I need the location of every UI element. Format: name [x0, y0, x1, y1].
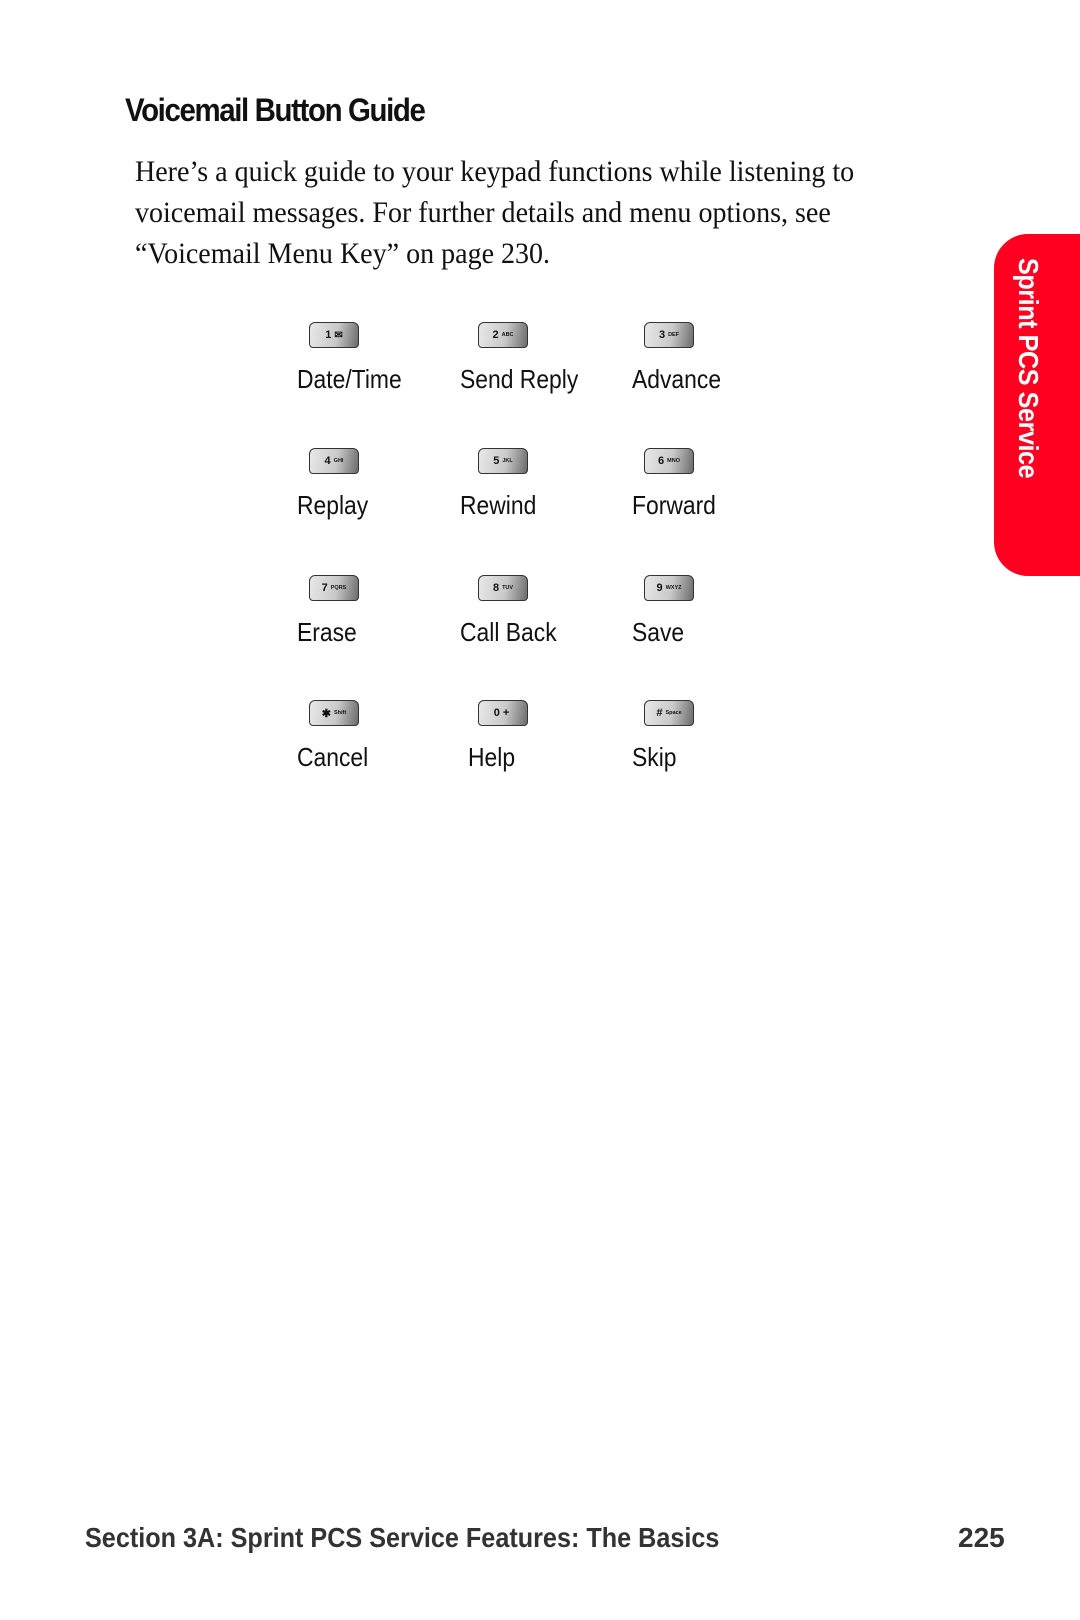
key-digit: ✱ — [321, 707, 331, 720]
key-digit: 0 + — [493, 707, 510, 719]
keypad-item: 3 DEF Advance — [632, 322, 802, 402]
key-letters: JKL — [502, 458, 513, 464]
key-digit: 4 — [324, 455, 331, 467]
keypad-item: 9 WXYZ Save — [632, 575, 802, 655]
key-letters: GHI — [333, 458, 344, 464]
key-function-label: Date/Time — [297, 364, 402, 394]
keypad-item: 4 GHI Replay — [297, 448, 467, 528]
keypad-item: 0 + Help — [460, 700, 630, 780]
key-digit: 1 — [325, 329, 332, 341]
key-letters: TUV — [502, 585, 514, 591]
key-7-icon: 7 PQRS — [309, 575, 359, 601]
key-function-label: Forward — [632, 490, 716, 520]
keypad-item: 6 MNO Forward — [632, 448, 802, 528]
key-letters: MNO — [667, 458, 680, 464]
page-number: 225 — [958, 1522, 1005, 1553]
key-11-icon: 0 + — [478, 700, 528, 726]
key-1-icon: 1 ✉ — [309, 322, 359, 348]
section-tab-label: Sprint PCS Service — [1013, 258, 1044, 479]
key-12-icon: # Space — [644, 700, 694, 726]
key-9-icon: 9 WXYZ — [644, 575, 694, 601]
keypad-item: # Space Skip — [632, 700, 802, 780]
key-digit: 8 — [492, 582, 500, 594]
footer-section-title: Section 3A: Sprint PCS Service Features:… — [85, 1522, 720, 1553]
keypad-item: 7 PQRS Erase — [297, 575, 467, 655]
keypad-item: 8 TUV Call Back — [460, 575, 630, 655]
key-3-icon: 3 DEF — [644, 322, 694, 348]
key-function-label: Rewind — [460, 490, 537, 520]
key-function-label: Skip — [632, 742, 677, 772]
key-letters: ABC — [501, 332, 514, 338]
key-10-icon: ✱ Shift — [309, 700, 359, 726]
key-digit: 2 — [492, 329, 499, 341]
key-6-icon: 6 MNO — [644, 448, 694, 474]
key-letters: PQRS — [330, 585, 347, 591]
key-digit: # — [656, 707, 663, 719]
key-function-label: Cancel — [297, 742, 369, 772]
keypad-item: 1 ✉ Date/Time — [297, 322, 467, 402]
key-function-label: Advance — [632, 364, 722, 394]
keypad-item: 5 JKL Rewind — [460, 448, 630, 528]
key-digit: 5 — [493, 455, 500, 467]
key-letters: WXYZ — [665, 585, 682, 591]
key-2-icon: 2 ABC — [478, 322, 528, 348]
key-function-label: Call Back — [460, 617, 557, 647]
key-digit: 6 — [658, 455, 665, 467]
key-8-icon: 8 TUV — [478, 575, 528, 601]
key-4-icon: 4 GHI — [309, 448, 359, 474]
key-digit: 3 — [658, 329, 666, 341]
keypad-item: ✱ Shift Cancel — [297, 700, 467, 780]
key-function-label: Send Reply — [460, 364, 579, 394]
keypad-item: 2 ABC Send Reply — [460, 322, 630, 402]
page-heading: Voicemail Button Guide — [125, 92, 426, 128]
intro-paragraph: Here’s a quick guide to your keypad func… — [135, 156, 855, 270]
key-5-icon: 5 JKL — [478, 448, 528, 474]
key-function-label: Help — [468, 742, 516, 772]
key-digit: 7 — [321, 582, 328, 594]
key-function-label: Replay — [297, 490, 369, 520]
key-digit: 9 — [656, 582, 663, 594]
envelope-icon: ✉ — [334, 329, 343, 341]
key-letters: Space — [665, 710, 682, 716]
key-letters: Shift — [333, 710, 347, 716]
key-function-label: Erase — [297, 617, 357, 647]
key-letters: DEF — [668, 332, 680, 338]
key-function-label: Save — [632, 617, 685, 647]
